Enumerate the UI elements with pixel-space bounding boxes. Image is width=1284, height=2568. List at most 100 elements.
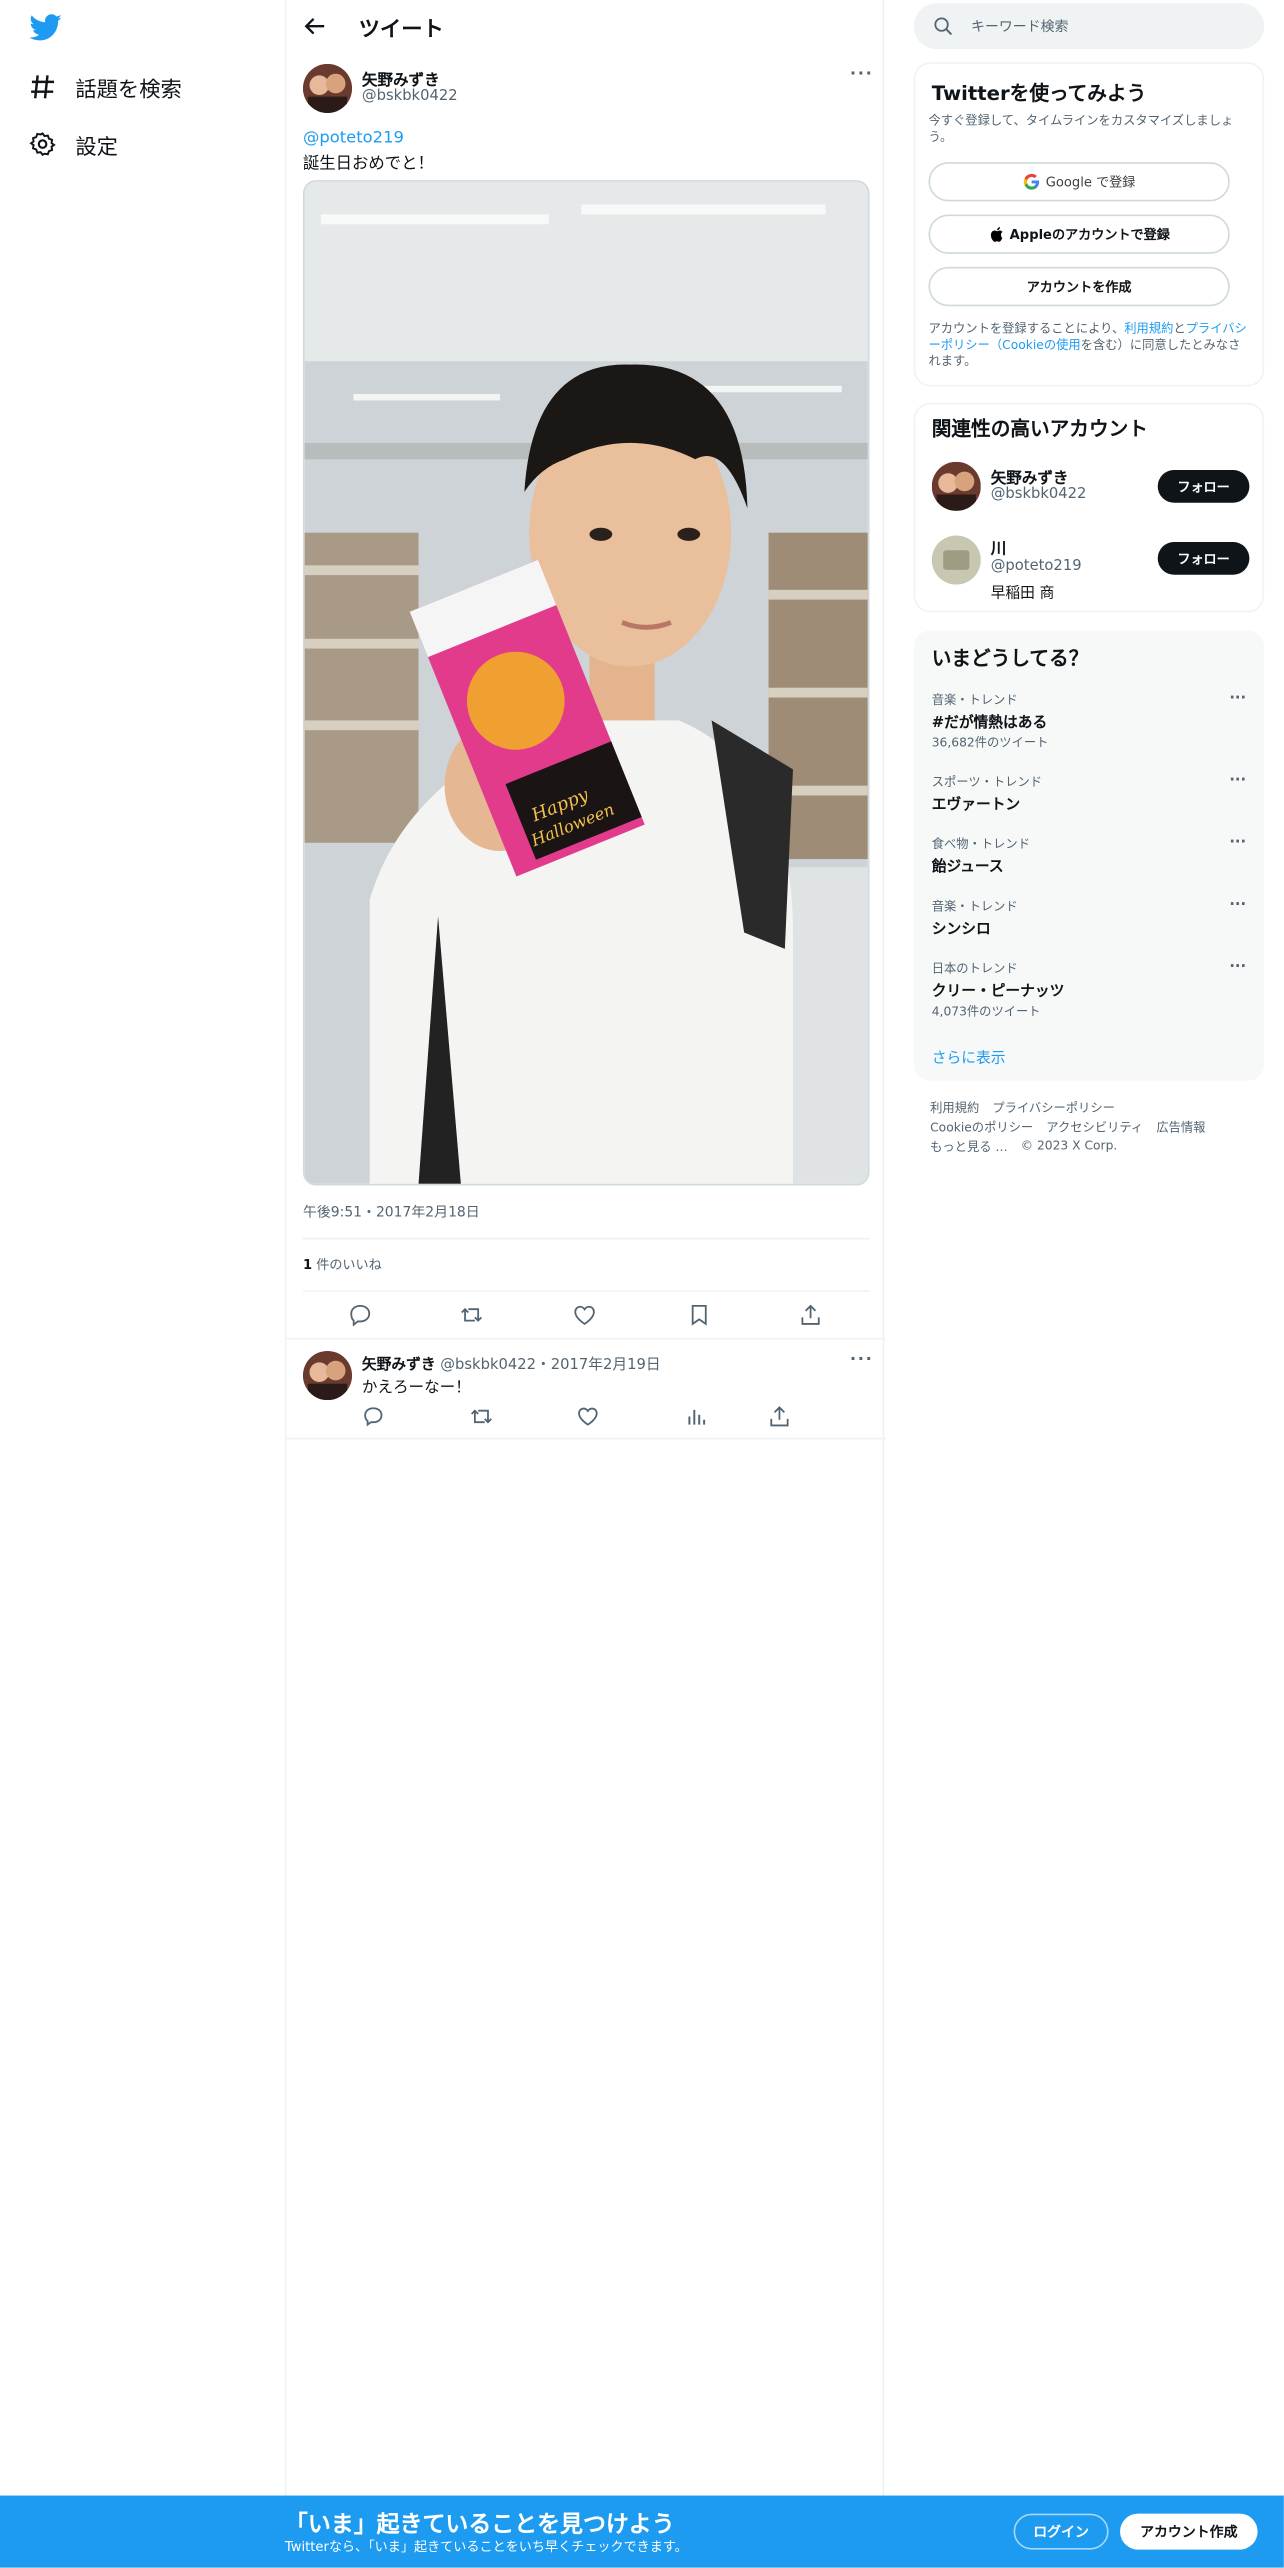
show-more-link[interactable]: さらに表示 [932,1046,1006,1067]
trend-category: スポーツ・トレンド [931,774,1043,790]
trend-category: 食べ物・トレンド [931,836,1030,852]
tweet-text: 誕生日おめでと！ [302,155,434,174]
page-title: ツイート [358,18,444,43]
divider [286,1437,886,1440]
reply-button[interactable] [349,1302,372,1327]
mention-link[interactable]: @poteto219 [303,129,404,147]
nav-item-label: 話題を検索 [75,77,182,103]
reply-header[interactable]: 矢野みずき @bskbk0422・2017年2月19日 [361,1353,661,1374]
trend-name: #だが情熱はある [931,715,1048,732]
divider [302,1237,870,1240]
tweet-timestamp[interactable]: 午後9:51・2017年2月18日 [303,1202,480,1221]
more-options-icon[interactable]: ··· [1229,773,1246,789]
search-input[interactable]: キーワード検索 [971,16,1068,36]
trends-card: いまどうしてる？ 音楽・トレンド #だが情熱はある 36,682件のツイート ·… [913,630,1265,1081]
left-sidebar: 話題を検索 設定 [0,0,287,2568]
more-options-icon[interactable]: ··· [1229,960,1246,976]
trend-name: クリー・ピーナッツ [931,984,1065,1001]
more-options-icon[interactable]: ··· [850,1351,874,1369]
footer-link[interactable]: プライバシーポリシー [992,1099,1115,1117]
bottom-signup-bar: 「いま」起きていることを見つけよう Twitterなら、「いま」起きていることを… [0,2495,1284,2568]
search-box[interactable]: キーワード検索 [913,3,1265,50]
reply-button[interactable] [362,1403,385,1427]
retweet-icon [470,1409,492,1424]
footer-links: 利用規約 プライバシーポリシー [930,1099,1115,1117]
back-arrow-icon[interactable] [303,15,326,38]
likes-label: 件のいいね [312,1257,382,1273]
signup-card: Twitterを使ってみよう 今すぐ登録して、タイムラインをカスタマイズしましょ… [913,62,1265,387]
search-icon [934,17,953,36]
trends-title: いまどうしてる？ [931,646,1089,670]
reply-author-name: 矢野みずき [361,1357,436,1374]
account-name[interactable]: 矢野みずき [991,465,1069,488]
divider [302,1290,870,1292]
reply-meta: @bskbk0422・2017年2月19日 [435,1357,661,1374]
likes-count[interactable]: 1 件のいいね [303,1256,382,1274]
likes-number: 1 [302,1257,313,1273]
footer-link[interactable]: Cookieのポリシー [930,1118,1033,1136]
create-account-button[interactable]: アカウントを作成 [928,266,1230,307]
bookmark-button[interactable] [688,1302,711,1326]
footer-more-link[interactable]: もっと見る … [930,1138,1008,1156]
signup-title: Twitterを使ってみよう [931,81,1147,105]
nav-item-explore[interactable]: 話題を検索 [29,67,182,106]
signup-legal: アカウントを登録することにより、利用規約とプライバシーポリシー（Cookieの使… [928,321,1249,370]
google-icon [1023,173,1039,190]
account-name[interactable]: 川 [991,535,1007,558]
related-title: 関連性の高いアカウント [931,417,1148,441]
nav-item-settings[interactable]: 設定 [29,124,118,163]
trend-name: シンシロ [931,921,991,939]
divider [286,1337,886,1340]
bottom-bar-title: 「いま」起きていることを見つけよう [284,2511,675,2539]
author-name[interactable]: 矢野みずき [362,67,440,90]
footer-link[interactable]: アクセシビリティ [1046,1118,1143,1136]
trend-name: 飴ジュース [931,859,1004,877]
share-icon [770,1406,789,1427]
footer-links: Cookieのポリシー アクセシビリティ 広告情報 [930,1118,1205,1136]
gear-icon [29,132,56,156]
author-avatar[interactable] [302,63,353,113]
signup-button[interactable]: アカウント作成 [1120,2513,1258,2550]
reply-icon [364,1407,383,1427]
apple-icon [990,226,1002,242]
terms-link[interactable]: 利用規約 [1124,321,1173,336]
more-options-icon[interactable]: ··· [1229,835,1246,851]
trend-count: 36,682件のツイート [931,735,1049,750]
twitter-logo-icon[interactable] [29,13,62,42]
google-signup-button[interactable]: Google で登録 [928,162,1230,202]
account-handle[interactable]: @bskbk0422 [991,486,1087,502]
main-column: ツイート 矢野みずき @bskbk0422 ··· @poteto219 誕生日… [284,0,886,2568]
copyright: © 2023 X Corp. [1020,1138,1118,1153]
share-button[interactable] [799,1302,822,1325]
bottom-bar-subtitle: Twitterなら、「いま」起きていることをいち早くチェックできます。 [284,2539,688,2555]
follow-button[interactable]: フォロー [1157,542,1250,575]
trend-category: 日本のトレンド [931,961,1018,976]
account-handle[interactable]: @poteto219 [991,558,1082,574]
more-options-icon[interactable]: ··· [1229,897,1246,913]
analytics-button[interactable] [684,1403,707,1426]
follow-button[interactable]: フォロー [1157,469,1250,503]
retweet-button[interactable] [470,1403,493,1426]
login-button[interactable]: ログイン [1013,2513,1109,2550]
account-avatar[interactable] [931,461,981,511]
legal-text: と [1173,320,1186,336]
footer-link[interactable]: 利用規約 [930,1099,979,1117]
more-options-icon[interactable]: ··· [1229,691,1246,707]
share-button[interactable] [768,1403,791,1427]
footer-link[interactable]: 広告情報 [1156,1118,1205,1136]
more-options-icon[interactable]: ··· [850,66,874,84]
account-avatar[interactable] [931,535,981,585]
bookmark-icon [691,1305,707,1326]
like-button[interactable] [573,1302,596,1325]
hashtag-icon [31,75,55,99]
trend-name: エヴァートン [931,797,1021,814]
retweet-button[interactable] [460,1302,483,1325]
analytics-icon [688,1409,706,1425]
apple-signup-button[interactable]: Appleのアカウントで登録 [928,214,1230,254]
google-signup-label: Google で登録 [1045,174,1136,190]
reply-author-avatar[interactable] [302,1350,353,1401]
like-button[interactable] [576,1403,599,1426]
tweet-photo[interactable]: Happy Halloween [302,180,870,1186]
header: ツイート [287,0,886,54]
author-handle[interactable]: @bskbk0422 [362,88,458,104]
